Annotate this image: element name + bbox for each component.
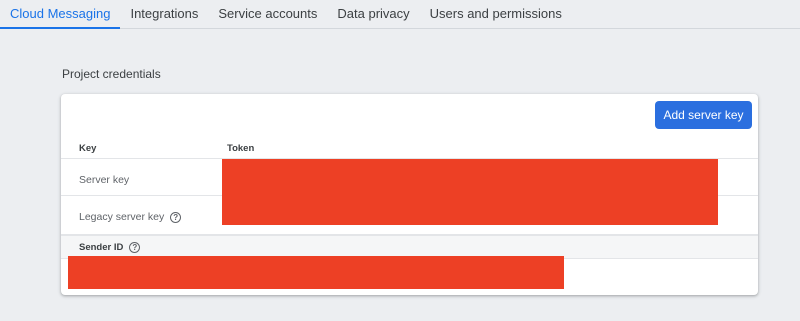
redacted-token — [222, 159, 718, 225]
tab-data-privacy[interactable]: Data privacy — [327, 0, 419, 29]
tab-service-accounts[interactable]: Service accounts — [208, 0, 327, 29]
add-server-key-button[interactable]: Add server key — [655, 101, 752, 129]
help-icon[interactable]: ? — [170, 211, 182, 223]
credentials-card: Add server key Key Token Server key Lega… — [61, 94, 758, 295]
tab-users-and-permissions[interactable]: Users and permissions — [420, 0, 572, 29]
tab-integrations[interactable]: Integrations — [120, 0, 208, 29]
tab-bar: Cloud Messaging Integrations Service acc… — [0, 0, 800, 29]
row-label: Server key — [79, 174, 130, 186]
table-header: Key Token — [61, 138, 758, 159]
redacted-sender-id — [68, 256, 564, 289]
column-header-token: Token — [227, 143, 255, 154]
sender-id-label: Sender ID — [79, 242, 124, 253]
tab-cloud-messaging[interactable]: Cloud Messaging — [0, 0, 121, 29]
section-title: Project credentials — [62, 67, 161, 81]
column-header-key: Key — [79, 143, 97, 154]
help-icon[interactable]: ? — [129, 242, 141, 253]
row-label: Legacy server key — [79, 211, 165, 223]
